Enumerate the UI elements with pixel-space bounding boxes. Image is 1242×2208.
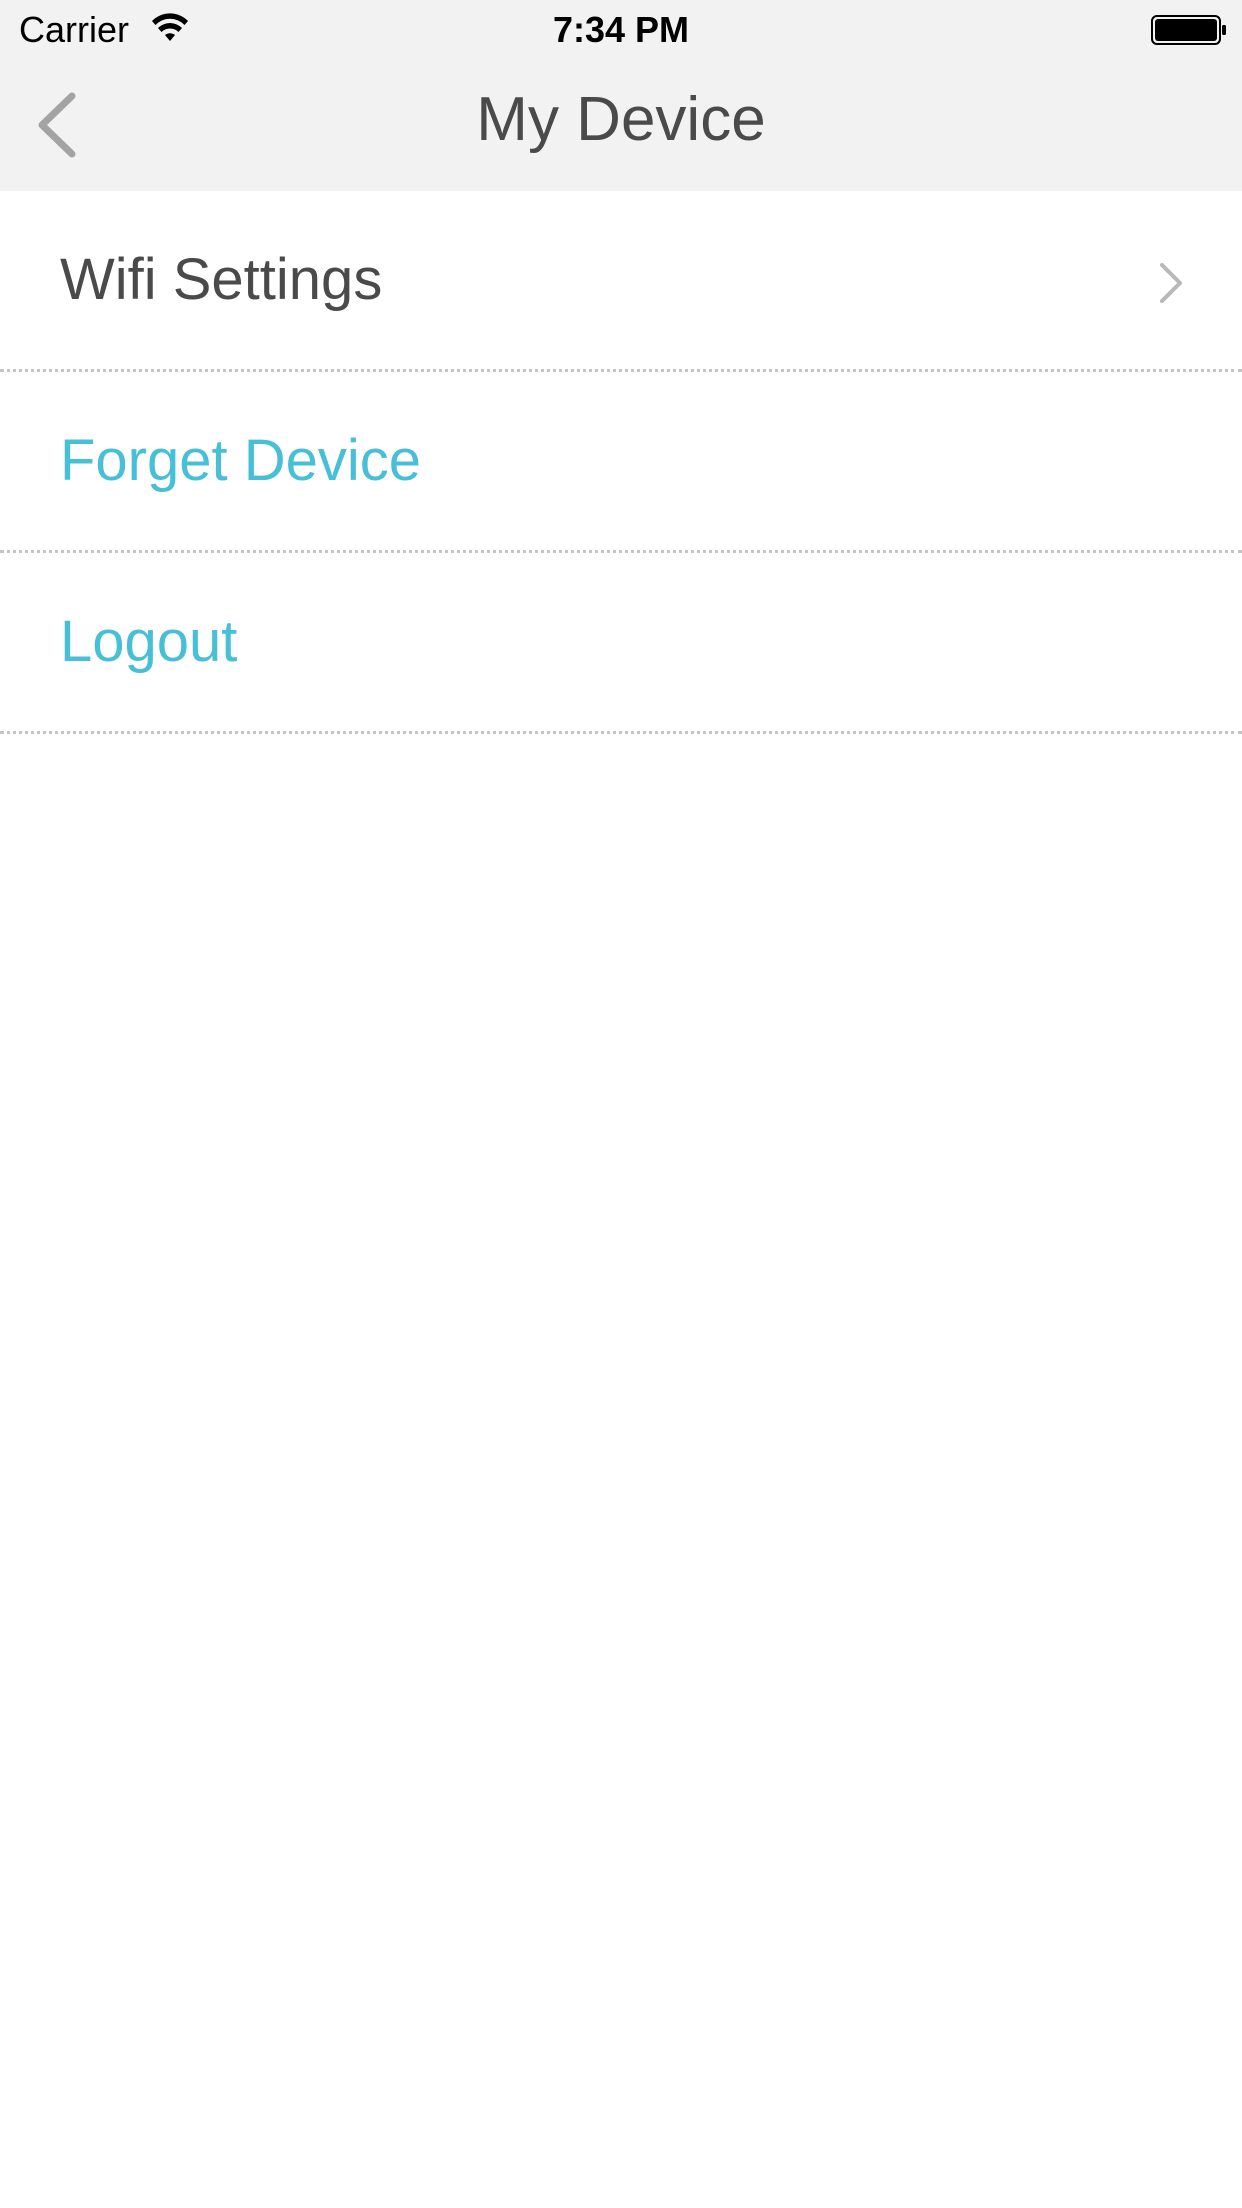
wifi-settings-row[interactable]: Wifi Settings [0,191,1242,372]
header: Carrier 7:34 PM My Device [0,0,1242,191]
wifi-settings-label: Wifi Settings [60,247,383,312]
battery-full-icon [1151,15,1226,45]
chevron-right-icon [1160,263,1182,303]
screen: Carrier 7:34 PM My Device Wifi Settings … [0,0,1242,2208]
chevron-left-icon [38,92,76,158]
forget-device-row[interactable]: Forget Device [0,372,1242,553]
back-button[interactable] [20,80,100,170]
page-title: My Device [476,85,766,154]
status-bar: Carrier 7:34 PM [0,0,1242,60]
settings-menu: Wifi Settings Forget Device Logout [0,191,1242,734]
logout-label: Logout [60,609,238,674]
forget-device-label: Forget Device [60,428,422,493]
status-time: 7:34 PM [552,9,690,50]
navigation-bar: My Device [0,60,1242,191]
logout-row[interactable]: Logout [0,553,1242,734]
